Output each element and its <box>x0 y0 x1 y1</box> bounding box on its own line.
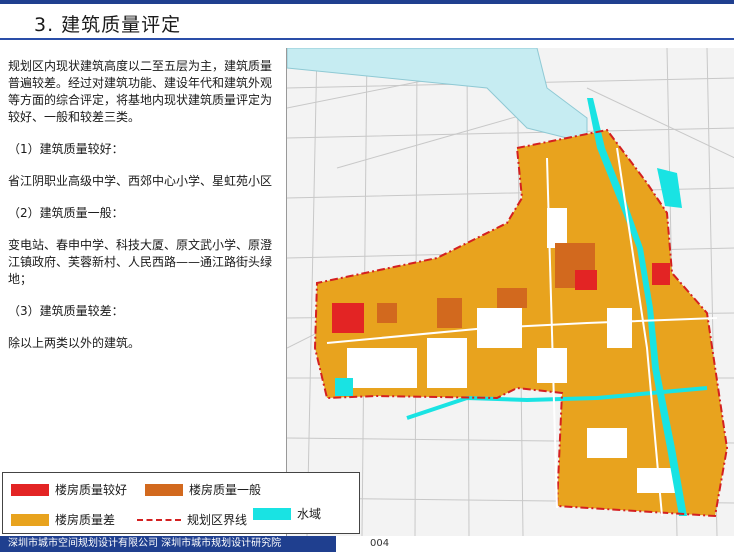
medium-list: 变电站、春申中学、科技大厦、原文武小学、原澄江镇政府、芙蓉新村、人民西路——通江… <box>8 238 273 286</box>
map-canvas <box>287 48 734 536</box>
legend-good: 楼房质量较好 <box>11 481 127 498</box>
good-heading: （1）建筑质量较好： <box>8 142 124 156</box>
page-number: 004 <box>370 538 390 549</box>
sea-area <box>287 48 588 144</box>
legend-water-label: 水域 <box>297 507 322 521</box>
water-swatch <box>253 507 291 520</box>
poor-swatch <box>11 513 49 526</box>
medium-heading: （2）建筑质量一般： <box>8 206 124 220</box>
legend-boundary: 规划区界线 <box>137 511 247 528</box>
page-title: 3. 建筑质量评定 <box>34 14 182 36</box>
legend-good-label: 楼房质量较好 <box>55 483 128 497</box>
legend-water: 水域 <box>253 505 321 522</box>
intro-paragraph: 规划区内现状建筑高度以二至五层为主，建筑质量普遍较差。经过对建筑功能、建设年代和… <box>8 59 273 124</box>
title-divider <box>0 38 734 40</box>
legend-medium-label: 楼房质量一般 <box>189 483 262 497</box>
legend-medium: 楼房质量一般 <box>145 481 261 498</box>
map-legend: 楼房质量较好 楼房质量一般 楼房质量差 规划区界线 水域 <box>2 472 360 534</box>
legend-poor-label: 楼房质量差 <box>55 513 116 527</box>
poor-heading: （3）建筑质量较差： <box>8 304 124 318</box>
good-list: 省江阴职业高级中学、西郊中心小学、星虹苑小区 <box>8 174 273 188</box>
medium-swatch <box>145 483 183 496</box>
legend-poor: 楼房质量差 <box>11 511 115 528</box>
top-accent-bar <box>0 0 734 4</box>
poor-list: 除以上两类以外的建筑。 <box>8 336 141 350</box>
footer-organization: 深圳市城市空间规划设计有限公司 深圳市城市规划设计研究院 <box>0 536 336 552</box>
boundary-swatch <box>137 518 181 521</box>
building-quality-map <box>286 48 734 536</box>
description-text: 规划区内现状建筑高度以二至五层为主，建筑质量普遍较差。经过对建筑功能、建设年代和… <box>8 58 278 367</box>
pond <box>335 378 353 396</box>
legend-boundary-label: 规划区界线 <box>187 513 248 527</box>
good-swatch <box>11 483 49 496</box>
